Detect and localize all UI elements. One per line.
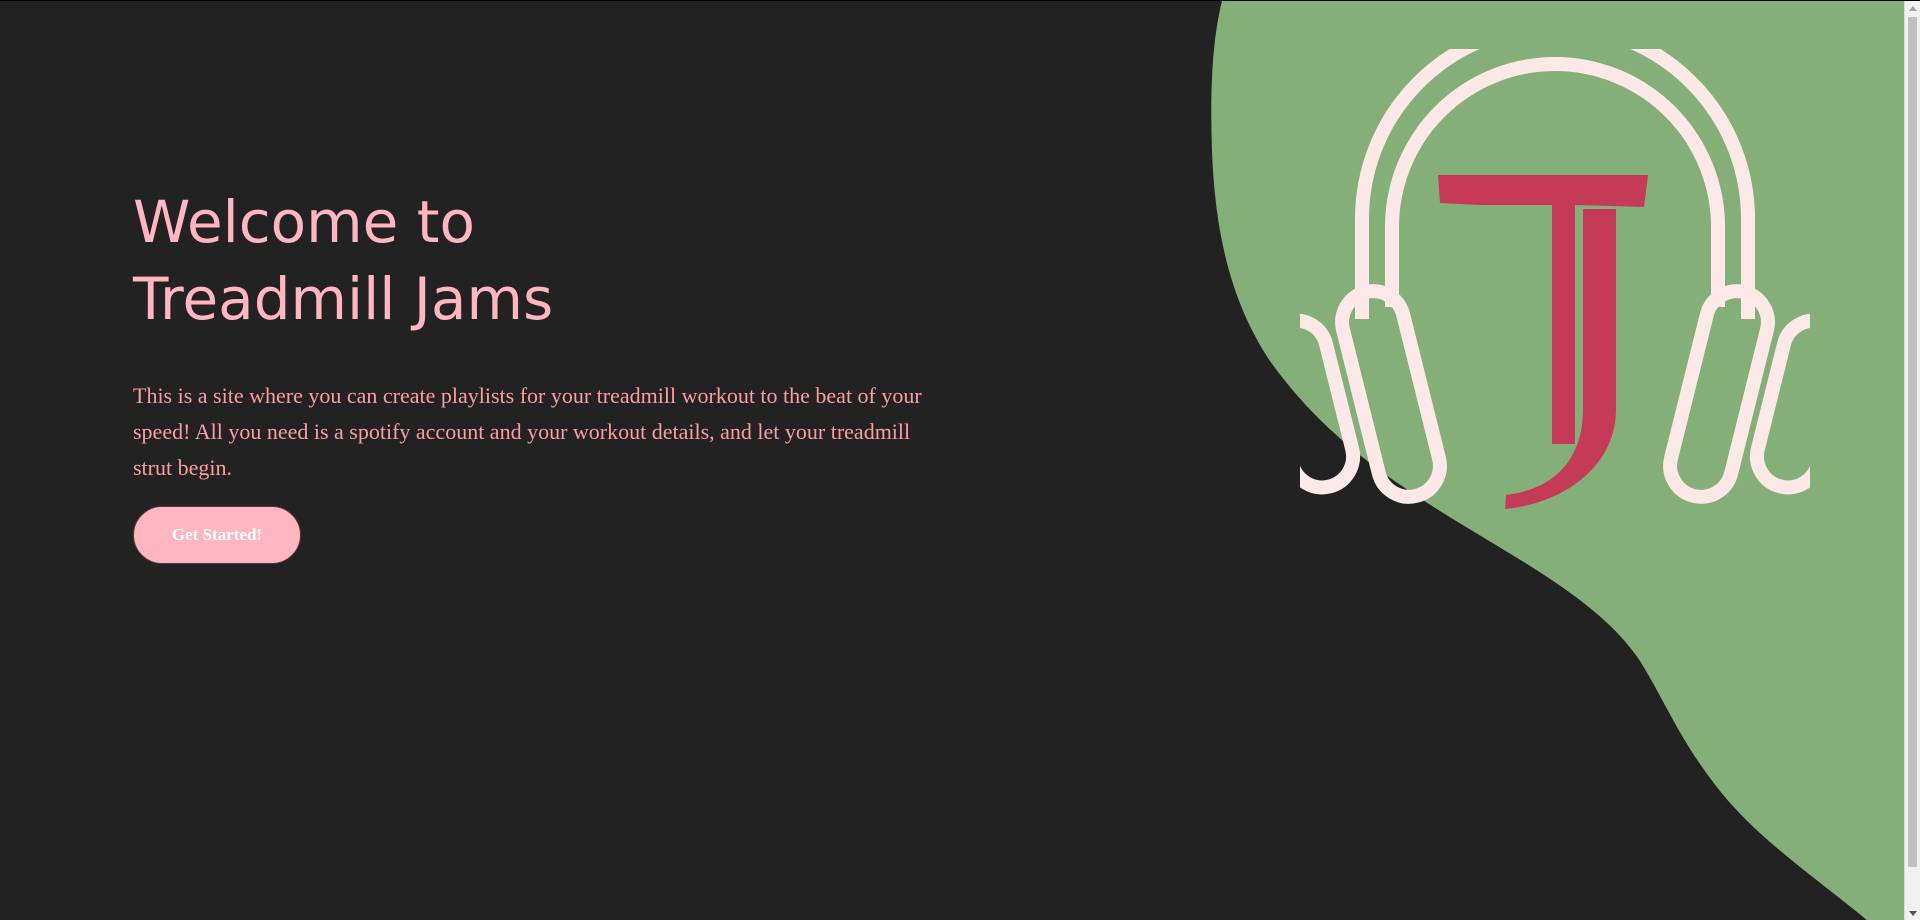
- hero-title-line1: Welcome to: [133, 188, 475, 256]
- landing-page: Welcome to Treadmill Jams This is a site…: [0, 0, 1920, 920]
- hero-title: Welcome to Treadmill Jams: [133, 184, 923, 338]
- scrollbar-thumb[interactable]: [1908, 17, 1917, 867]
- hero-title-line2: Treadmill Jams: [133, 265, 554, 333]
- hero-section: Welcome to Treadmill Jams This is a site…: [133, 184, 923, 564]
- vertical-scrollbar[interactable]: [1904, 1, 1920, 920]
- scroll-up-arrow-icon[interactable]: [1909, 6, 1917, 11]
- scroll-down-arrow-icon[interactable]: [1909, 911, 1917, 916]
- get-started-button[interactable]: Get Started!: [133, 506, 301, 564]
- hero-description: This is a site where you can create play…: [133, 383, 922, 480]
- headphones-tj-logo-icon: [1300, 49, 1810, 509]
